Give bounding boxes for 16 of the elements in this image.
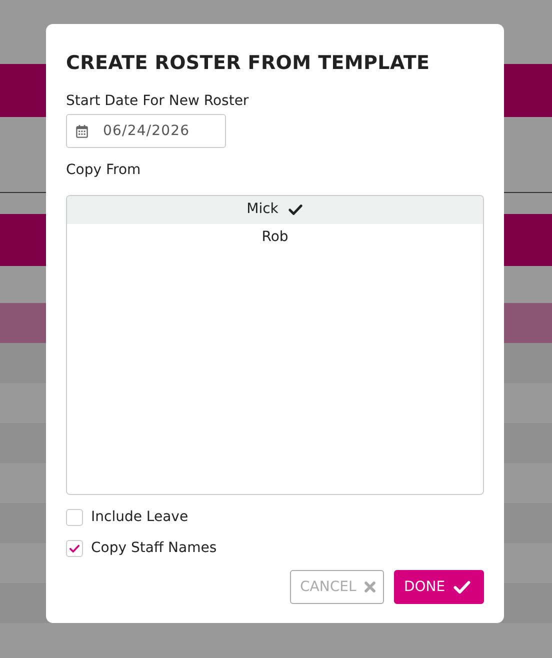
list-item[interactable]: Rob (67, 224, 483, 252)
close-icon (364, 581, 376, 593)
dialog-title: CREATE ROSTER FROM TEMPLATE (66, 52, 431, 75)
field-label: Copy From (66, 160, 142, 180)
checkbox[interactable] (66, 508, 83, 526)
calendar-icon (76, 124, 88, 138)
done-button[interactable]: DONE (394, 570, 484, 604)
list-item[interactable]: Mick (67, 196, 483, 224)
check-icon (69, 542, 80, 554)
check-icon (453, 578, 472, 596)
date-field[interactable]: 06/24/2026 (66, 114, 226, 148)
checkbox[interactable] (66, 540, 83, 557)
checkbox-label: Copy Staff Names (91, 538, 217, 558)
checkbox-label: Include Leave (91, 508, 188, 527)
field-label: Start Date For New Roster (66, 92, 250, 111)
check-icon (288, 202, 304, 218)
